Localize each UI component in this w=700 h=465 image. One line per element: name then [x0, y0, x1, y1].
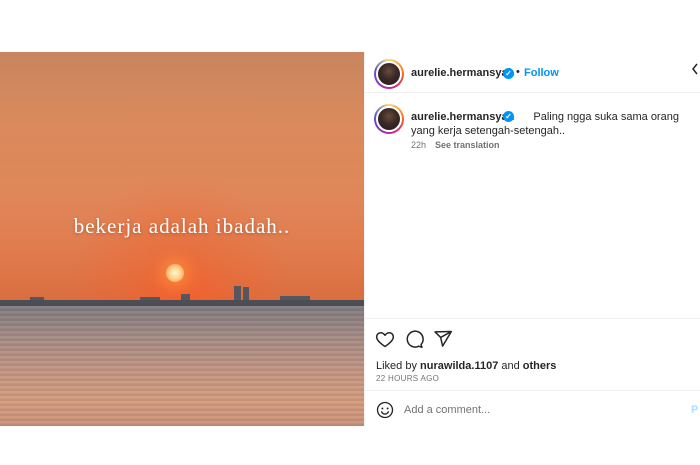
- sun: [166, 264, 184, 282]
- post-side-panel: aurelie.hermansyah ✓ • Follow aurelie.he…: [365, 52, 700, 426]
- separator-dot: •: [516, 66, 520, 78]
- header-divider: [365, 92, 700, 93]
- liked-and: and: [501, 360, 520, 372]
- liked-others-link[interactable]: others: [523, 360, 557, 372]
- comment-icon[interactable]: [404, 329, 424, 349]
- caption-author-avatar[interactable]: [374, 104, 404, 134]
- emoji-icon[interactable]: [376, 401, 394, 419]
- liked-user-link[interactable]: nurawilda.1107: [420, 360, 498, 372]
- skyline-tower: [30, 297, 44, 300]
- skyline-tower: [181, 294, 190, 300]
- comment-divider: [365, 390, 700, 391]
- post-timestamp[interactable]: 22 HOURS AGO: [376, 374, 439, 383]
- skyline-tower: [243, 287, 249, 300]
- verified-badge-icon: ✓: [503, 68, 514, 79]
- photo-overlay-text: bekerja adalah ibadah..: [73, 214, 291, 238]
- comment-input[interactable]: [404, 402, 674, 418]
- caption-verified-badge-icon: ✓: [503, 111, 514, 122]
- skyline-tower: [280, 296, 310, 300]
- author-avatar[interactable]: [374, 59, 404, 89]
- heart-icon[interactable]: [375, 329, 395, 349]
- post-photo[interactable]: bekerja adalah ibadah..: [0, 52, 364, 426]
- actions-divider: [365, 318, 700, 319]
- post-caption: aurelie.hermansyah Paling ngga suka sama…: [411, 110, 697, 138]
- skyline-tower: [234, 286, 241, 300]
- follow-button[interactable]: Follow: [524, 67, 559, 79]
- share-icon[interactable]: [433, 329, 453, 349]
- liked-prefix: Liked by: [376, 360, 417, 372]
- caption-username[interactable]: aurelie.hermansyah: [411, 111, 514, 123]
- post-comment-button[interactable]: P: [691, 404, 698, 416]
- sea: [0, 306, 364, 426]
- skyline-tower: [140, 297, 160, 300]
- liked-by: Liked by nurawilda.1107 and others: [376, 360, 556, 372]
- caption-time[interactable]: 22h: [411, 140, 426, 150]
- header-username[interactable]: aurelie.hermansyah: [411, 67, 514, 79]
- more-options-icon[interactable]: [691, 62, 699, 79]
- see-translation-link[interactable]: See translation: [435, 140, 500, 150]
